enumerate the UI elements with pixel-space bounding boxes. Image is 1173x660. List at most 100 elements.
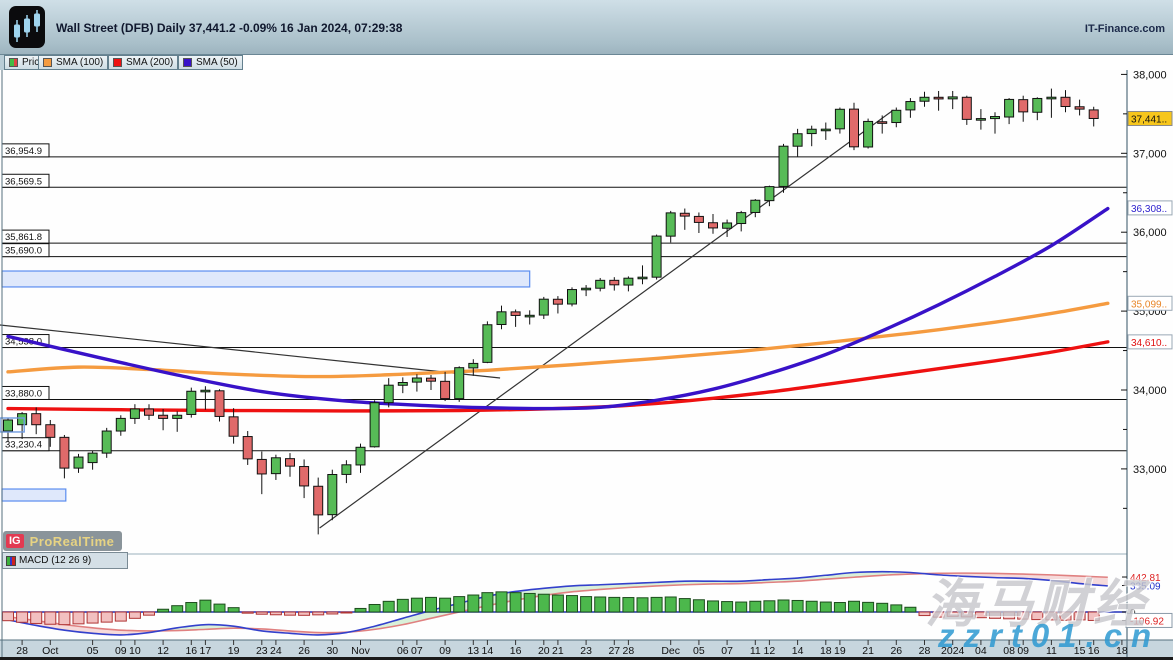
x-tick-label: 19 xyxy=(834,645,846,657)
candle-up xyxy=(18,414,27,425)
x-tick-label: 14 xyxy=(482,645,494,657)
candle-down xyxy=(680,213,689,216)
macd-bar-up xyxy=(214,604,225,612)
macd-bar-up xyxy=(750,601,761,612)
candle-up xyxy=(173,415,182,418)
legend-tab-label: SMA (100) xyxy=(56,57,103,68)
x-tick-label: 27 xyxy=(608,645,620,657)
candle-up xyxy=(1005,99,1014,117)
drawn-zone-rect[interactable] xyxy=(2,489,66,501)
macd-label: MACD (12 26 9) xyxy=(19,555,91,566)
prorealtime-logo[interactable]: IG ProRealTime xyxy=(3,531,122,551)
candle-up xyxy=(835,109,844,129)
x-tick-label: 07 xyxy=(411,645,423,657)
candle-down xyxy=(962,97,971,119)
level-label: 33,880.0 xyxy=(5,388,42,399)
x-tick-label: 06 xyxy=(397,645,409,657)
macd-bar-up xyxy=(820,602,831,612)
macd-bar-up xyxy=(806,601,817,612)
candle-up xyxy=(765,187,774,201)
candle-up xyxy=(130,409,139,418)
candle-up xyxy=(864,121,873,147)
candle-down xyxy=(159,415,168,418)
x-tick-label: 09 xyxy=(115,645,127,657)
candle-up xyxy=(328,475,337,515)
candle-up xyxy=(751,200,760,212)
x-tick-label: Nov xyxy=(351,645,370,657)
brand-link[interactable]: IT-Finance.com xyxy=(1085,23,1165,35)
macd-bar-down xyxy=(285,612,296,615)
macd-bar-up xyxy=(567,596,578,612)
macd-bar-up xyxy=(849,601,860,612)
level-label: 36,569.5 xyxy=(5,176,42,187)
candle-up xyxy=(807,129,816,133)
x-tick-label: Dec xyxy=(661,645,680,657)
ig-logo-icon: IG xyxy=(6,534,24,548)
macd-bar-up xyxy=(863,602,874,612)
candle-down xyxy=(511,312,520,316)
candle-up xyxy=(666,213,675,236)
legend-tab-sma200[interactable]: SMA (200) xyxy=(108,55,178,70)
drawn-zone-rect[interactable] xyxy=(2,271,530,287)
x-tick-label: 24 xyxy=(270,645,282,657)
candle-down xyxy=(427,378,436,381)
sma100-swatch-icon xyxy=(43,58,52,67)
level-label: 35,690.0 xyxy=(5,246,42,257)
sma200-swatch-icon xyxy=(113,58,122,67)
macd-bar-down xyxy=(242,612,253,613)
candle-up xyxy=(976,119,985,121)
candle-down xyxy=(1019,100,1028,112)
candle-up xyxy=(723,223,732,228)
macd-bar-up xyxy=(651,597,662,612)
price-tag-label: 37,441.. xyxy=(1131,114,1167,125)
x-tick-label: 28 xyxy=(919,645,931,657)
legend-tab-label: SMA (50) xyxy=(196,57,238,68)
macd-bar-up xyxy=(834,603,845,612)
macd-bar-up xyxy=(552,595,563,612)
macd-bar-up xyxy=(877,603,888,612)
candle-up xyxy=(201,390,210,392)
macd-bar-down xyxy=(73,612,84,624)
x-tick-label: 20 xyxy=(538,645,550,657)
macd-bar-up xyxy=(496,592,507,612)
legend-tab-label: SMA (200) xyxy=(126,57,173,68)
candle-down xyxy=(1089,110,1098,119)
macd-bar-up xyxy=(693,600,704,612)
legend-tab-sma50[interactable]: SMA (50) xyxy=(178,55,243,70)
candle-up xyxy=(398,383,407,386)
price-tag-label: 35,099.. xyxy=(1131,299,1167,310)
macd-bar-up xyxy=(397,599,408,612)
price-tick-label: 34,000 xyxy=(1133,385,1167,397)
candle-up xyxy=(116,418,125,431)
macd-indicator-chip[interactable]: MACD (12 26 9) xyxy=(2,552,128,569)
legend-tab-sma100[interactable]: SMA (100) xyxy=(38,55,108,70)
macd-bar-down xyxy=(270,612,281,615)
x-tick-label: 12 xyxy=(157,645,169,657)
x-tick-label: 10 xyxy=(129,645,141,657)
x-tick-label: 28 xyxy=(623,645,635,657)
macd-bar-down xyxy=(101,612,112,622)
candle-up xyxy=(920,97,929,101)
candle-up xyxy=(652,236,661,277)
candle-down xyxy=(553,299,562,304)
x-tick-label: 23 xyxy=(256,645,268,657)
x-tick-label: 21 xyxy=(552,645,564,657)
x-tick-label: 30 xyxy=(326,645,338,657)
candle-up xyxy=(1047,97,1056,99)
macd-bar-up xyxy=(426,597,437,612)
macd-icon xyxy=(6,556,16,566)
macd-bar-up xyxy=(679,599,690,612)
candle-down xyxy=(60,437,69,468)
candle-down xyxy=(229,417,238,436)
candle-up xyxy=(271,458,280,474)
trading-app-window: 36,954.936,569.535,861.835,690.034,538.0… xyxy=(0,0,1173,660)
candle-up xyxy=(74,457,83,468)
x-tick-label: 26 xyxy=(890,645,902,657)
candle-down xyxy=(32,414,41,425)
macd-bar-up xyxy=(186,603,197,612)
price-tick-label: 36,000 xyxy=(1133,227,1167,239)
platform-logo-icon[interactable] xyxy=(9,6,45,48)
candle-up xyxy=(596,280,605,288)
candle-up xyxy=(821,129,830,131)
macd-bar-down xyxy=(327,612,338,614)
